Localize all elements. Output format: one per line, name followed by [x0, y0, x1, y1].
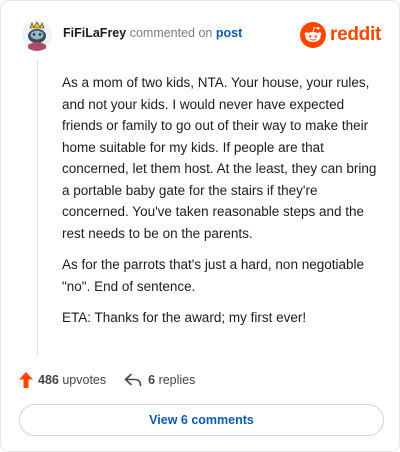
comment-paragraph: As a mom of two kids, NTA. Your house, y…: [62, 75, 377, 241]
commented-on-text: commented on: [129, 26, 213, 40]
comment-card: FiFiLaFrey commented on post reddit As a…: [0, 0, 400, 452]
comment-paragraph: As for the parrots that's just a hard, n…: [62, 257, 365, 294]
comment-header: FiFiLaFrey commented on post reddit: [21, 19, 381, 51]
replies-button[interactable]: 6 replies: [124, 373, 195, 387]
reply-count: 6: [148, 373, 156, 387]
avatar[interactable]: [21, 19, 53, 51]
view-comments-button[interactable]: View 6 comments: [19, 404, 384, 436]
reddit-wordmark: reddit: [330, 24, 381, 45]
comment-meta: FiFiLaFrey commented on post: [63, 26, 242, 40]
upvote-arrow-icon: [19, 372, 33, 388]
reply-arrow-icon: [124, 373, 142, 387]
reddit-logo-icon: [300, 22, 327, 48]
upvote-button[interactable]: 486 upvotes: [19, 372, 106, 388]
comment-paragraph: ETA: Thanks for the award; my first ever…: [62, 310, 307, 325]
username-link[interactable]: FiFiLaFrey: [63, 26, 126, 40]
upvote-count: 486: [38, 373, 59, 387]
reddit-brand[interactable]: reddit: [300, 21, 381, 49]
reply-label: replies: [158, 373, 196, 387]
thread-line[interactable]: [37, 59, 38, 355]
comment-body: As a mom of two kids, NTA. Your house, y…: [62, 72, 384, 339]
avatar-icon: [21, 19, 53, 51]
comment-actions: 486 upvotes 6 replies: [19, 369, 195, 391]
upvote-label: upvotes: [62, 373, 107, 387]
post-link[interactable]: post: [216, 26, 242, 40]
